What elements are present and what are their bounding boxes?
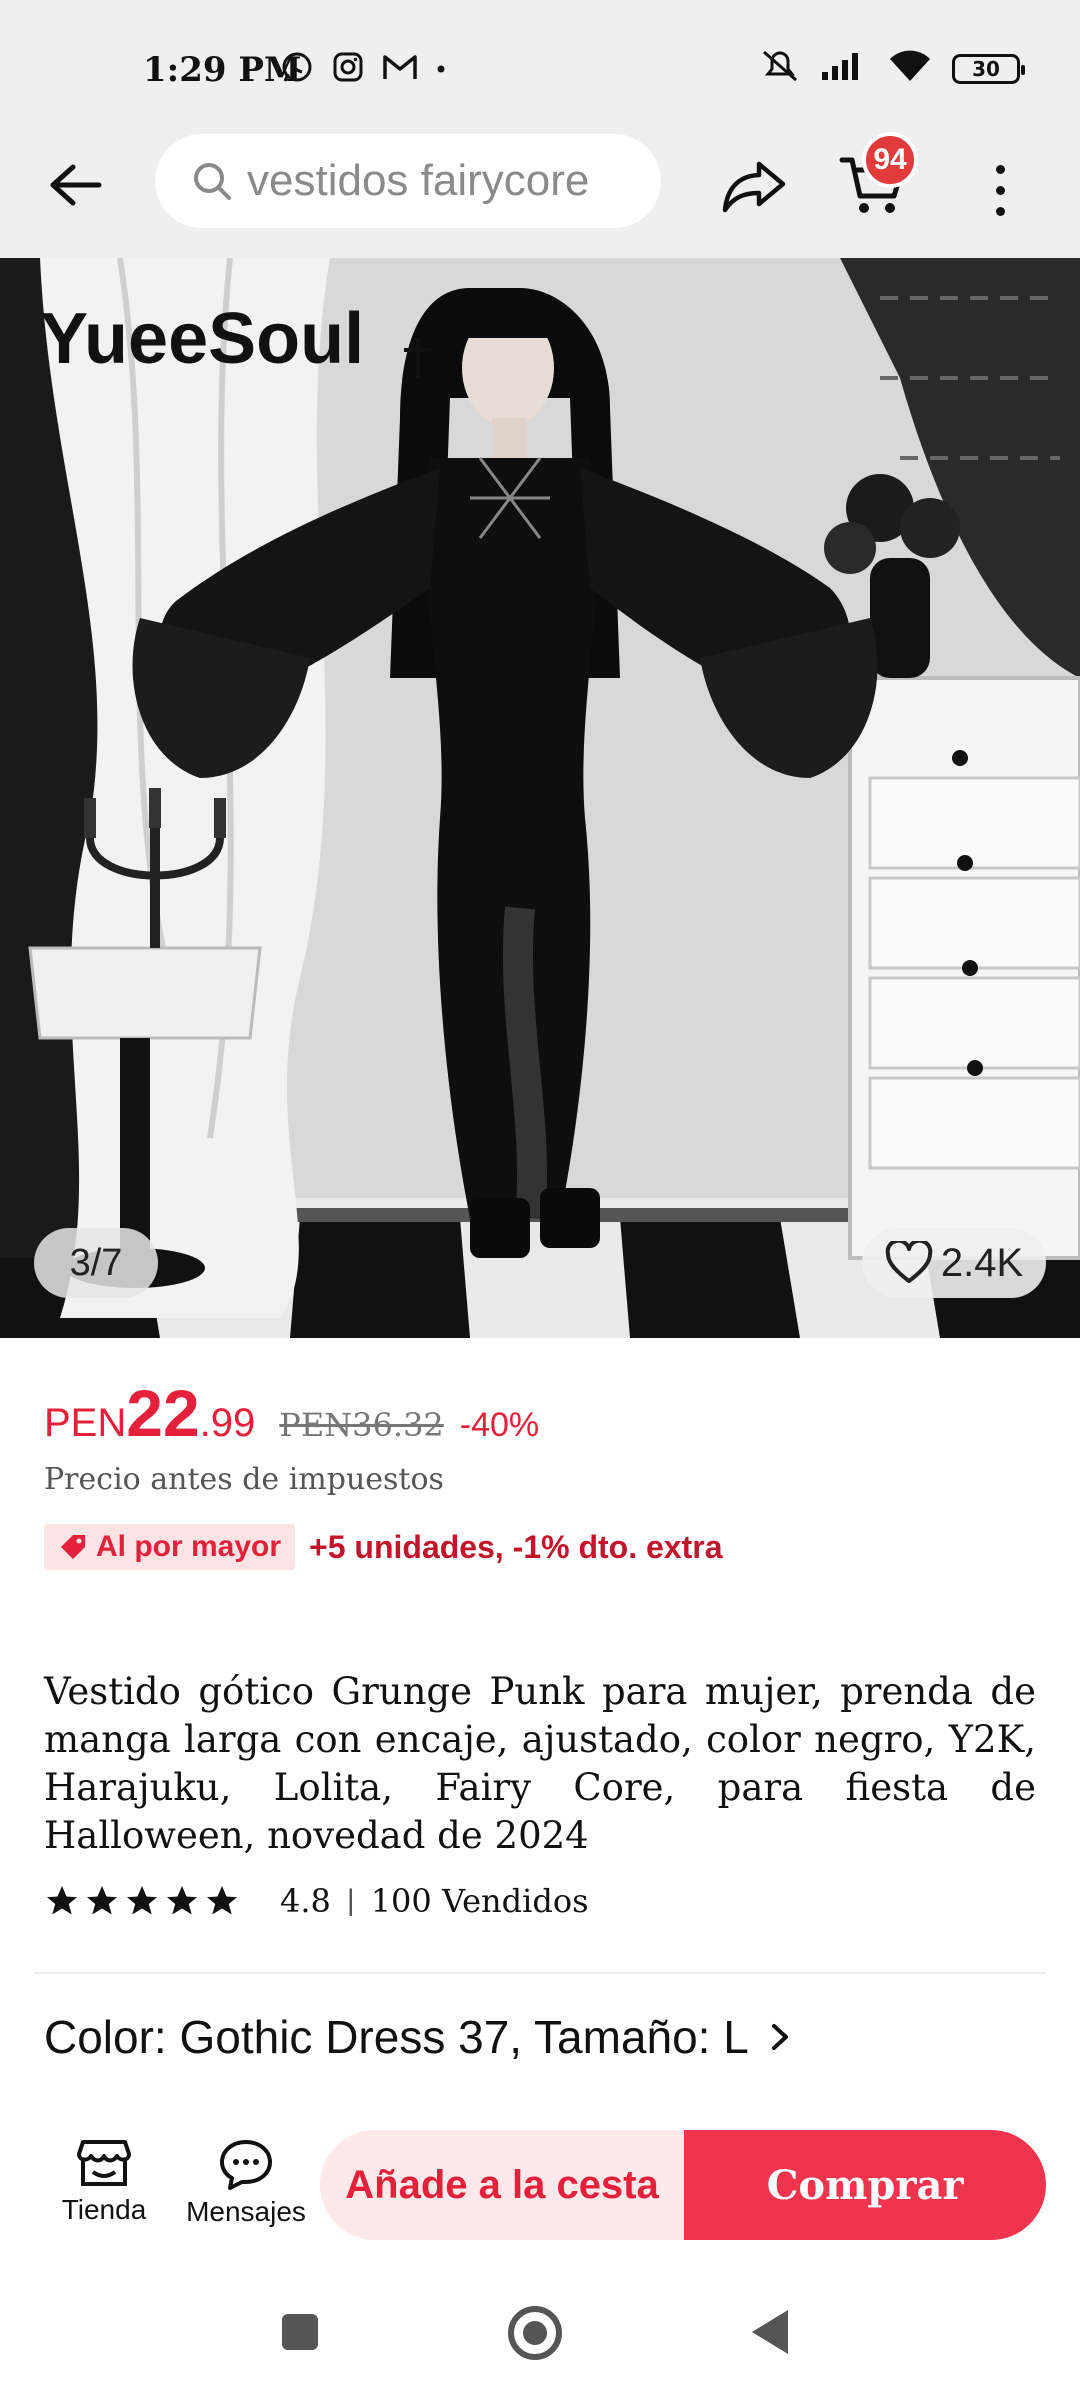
product-image[interactable]: YueeSoul (0, 258, 1080, 1338)
search-query: vestidos fairycore (247, 156, 590, 205)
search-input[interactable]: vestidos fairycore (155, 134, 661, 228)
store-icon (77, 2140, 131, 2186)
chat-icon (220, 2140, 272, 2190)
original-price: PEN36.32 (279, 1406, 444, 1444)
top-nav: vestidos fairycore 94 (0, 120, 1080, 258)
heart-icon (885, 1241, 933, 1283)
recent-apps-button[interactable] (282, 2314, 318, 2350)
price-integer: 22 (126, 1376, 200, 1450)
star-icon (207, 1886, 237, 1915)
star-icon (127, 1886, 157, 1915)
sold-count: 100 Vendidos (370, 1882, 589, 1920)
price-currency: PEN (44, 1401, 127, 1445)
rating-stars (44, 1883, 240, 1919)
star-icon (87, 1886, 117, 1915)
messages-label: Mensajes (186, 2196, 306, 2227)
signal-icon (820, 50, 868, 87)
store-button[interactable]: Tienda (44, 2138, 164, 2226)
tax-note: Precio antes de impuestos (44, 1462, 444, 1497)
bottom-action-bar: Tienda Mensajes Añade a la cesta Comprar (0, 2120, 1080, 2260)
divider (34, 1972, 1046, 1974)
system-nav-bar (0, 2260, 1080, 2400)
arrow-left-icon (50, 164, 102, 206)
rating-row[interactable]: 4.8 | 100 Vendidos (44, 1882, 589, 1920)
dot (995, 185, 1005, 195)
variant-selector[interactable]: Color: Gothic Dress 37, Tamaño: L (44, 2010, 791, 2064)
likes-count: 2.4K (940, 1240, 1024, 1285)
wholesale-badge-label: Al por mayor (96, 1530, 282, 1563)
rating-value: 4.8 (280, 1882, 331, 1920)
wholesale-offer: +5 unidades, -1% dto. extra (309, 1528, 723, 1565)
gmail-icon (382, 52, 418, 87)
share-icon (722, 161, 786, 213)
cart-count-badge: 94 (862, 132, 918, 188)
status-app-icons (280, 50, 446, 89)
mute-icon (760, 48, 800, 89)
star-icon (167, 1886, 197, 1915)
wholesale-row[interactable]: Al por mayor +5 unidades, -1% dto. extra (44, 1524, 723, 1570)
store-label: Tienda (61, 2194, 147, 2225)
cta-group: Añade a la cesta Comprar (320, 2130, 1046, 2240)
status-indicators: 30 (760, 48, 1025, 89)
star-icon (47, 1886, 77, 1915)
discount-badge: -40% (459, 1406, 540, 1444)
battery-icon: 30 (952, 53, 1025, 84)
wishlist-button[interactable]: 2.4K (862, 1228, 1046, 1298)
share-button[interactable] (718, 150, 790, 222)
brand-watermark: YueeSoul (40, 299, 364, 379)
dot (995, 164, 1005, 174)
wifi-icon (888, 49, 932, 88)
price-row: PEN 22 .99 PEN36.32 -40% (44, 1375, 539, 1451)
add-to-cart-button[interactable]: Añade a la cesta (320, 2130, 684, 2240)
wholesale-badge: Al por mayor (44, 1524, 296, 1570)
buy-now-button[interactable]: Comprar (684, 2130, 1046, 2240)
product-title: Vestido gótico Grunge Punk para mujer, p… (44, 1670, 1036, 1857)
chevron-right-icon (771, 2024, 788, 2050)
price-decimal: .99 (199, 1401, 256, 1445)
tag-icon (61, 1535, 85, 1559)
messages-button[interactable]: Mensajes (186, 2138, 306, 2228)
whatsapp-icon (280, 50, 314, 89)
variant-label: Color: Gothic Dress 37, Tamaño: L (44, 2011, 749, 2063)
more-options-button[interactable] (980, 150, 1020, 230)
status-time: 1:29 PM (143, 50, 302, 90)
instagram-icon (332, 51, 364, 88)
system-back-button[interactable] (752, 2310, 788, 2354)
image-counter: 3/7 (34, 1228, 158, 1298)
dot (995, 206, 1005, 216)
home-button[interactable] (508, 2306, 562, 2360)
back-button[interactable] (40, 150, 110, 220)
current-price: PEN 22 .99 (44, 1375, 255, 1451)
status-bar: 1:29 PM 30 (0, 0, 1080, 120)
search-icon (194, 163, 231, 200)
separator: | (346, 1884, 355, 1917)
notification-dot-icon (436, 61, 446, 79)
